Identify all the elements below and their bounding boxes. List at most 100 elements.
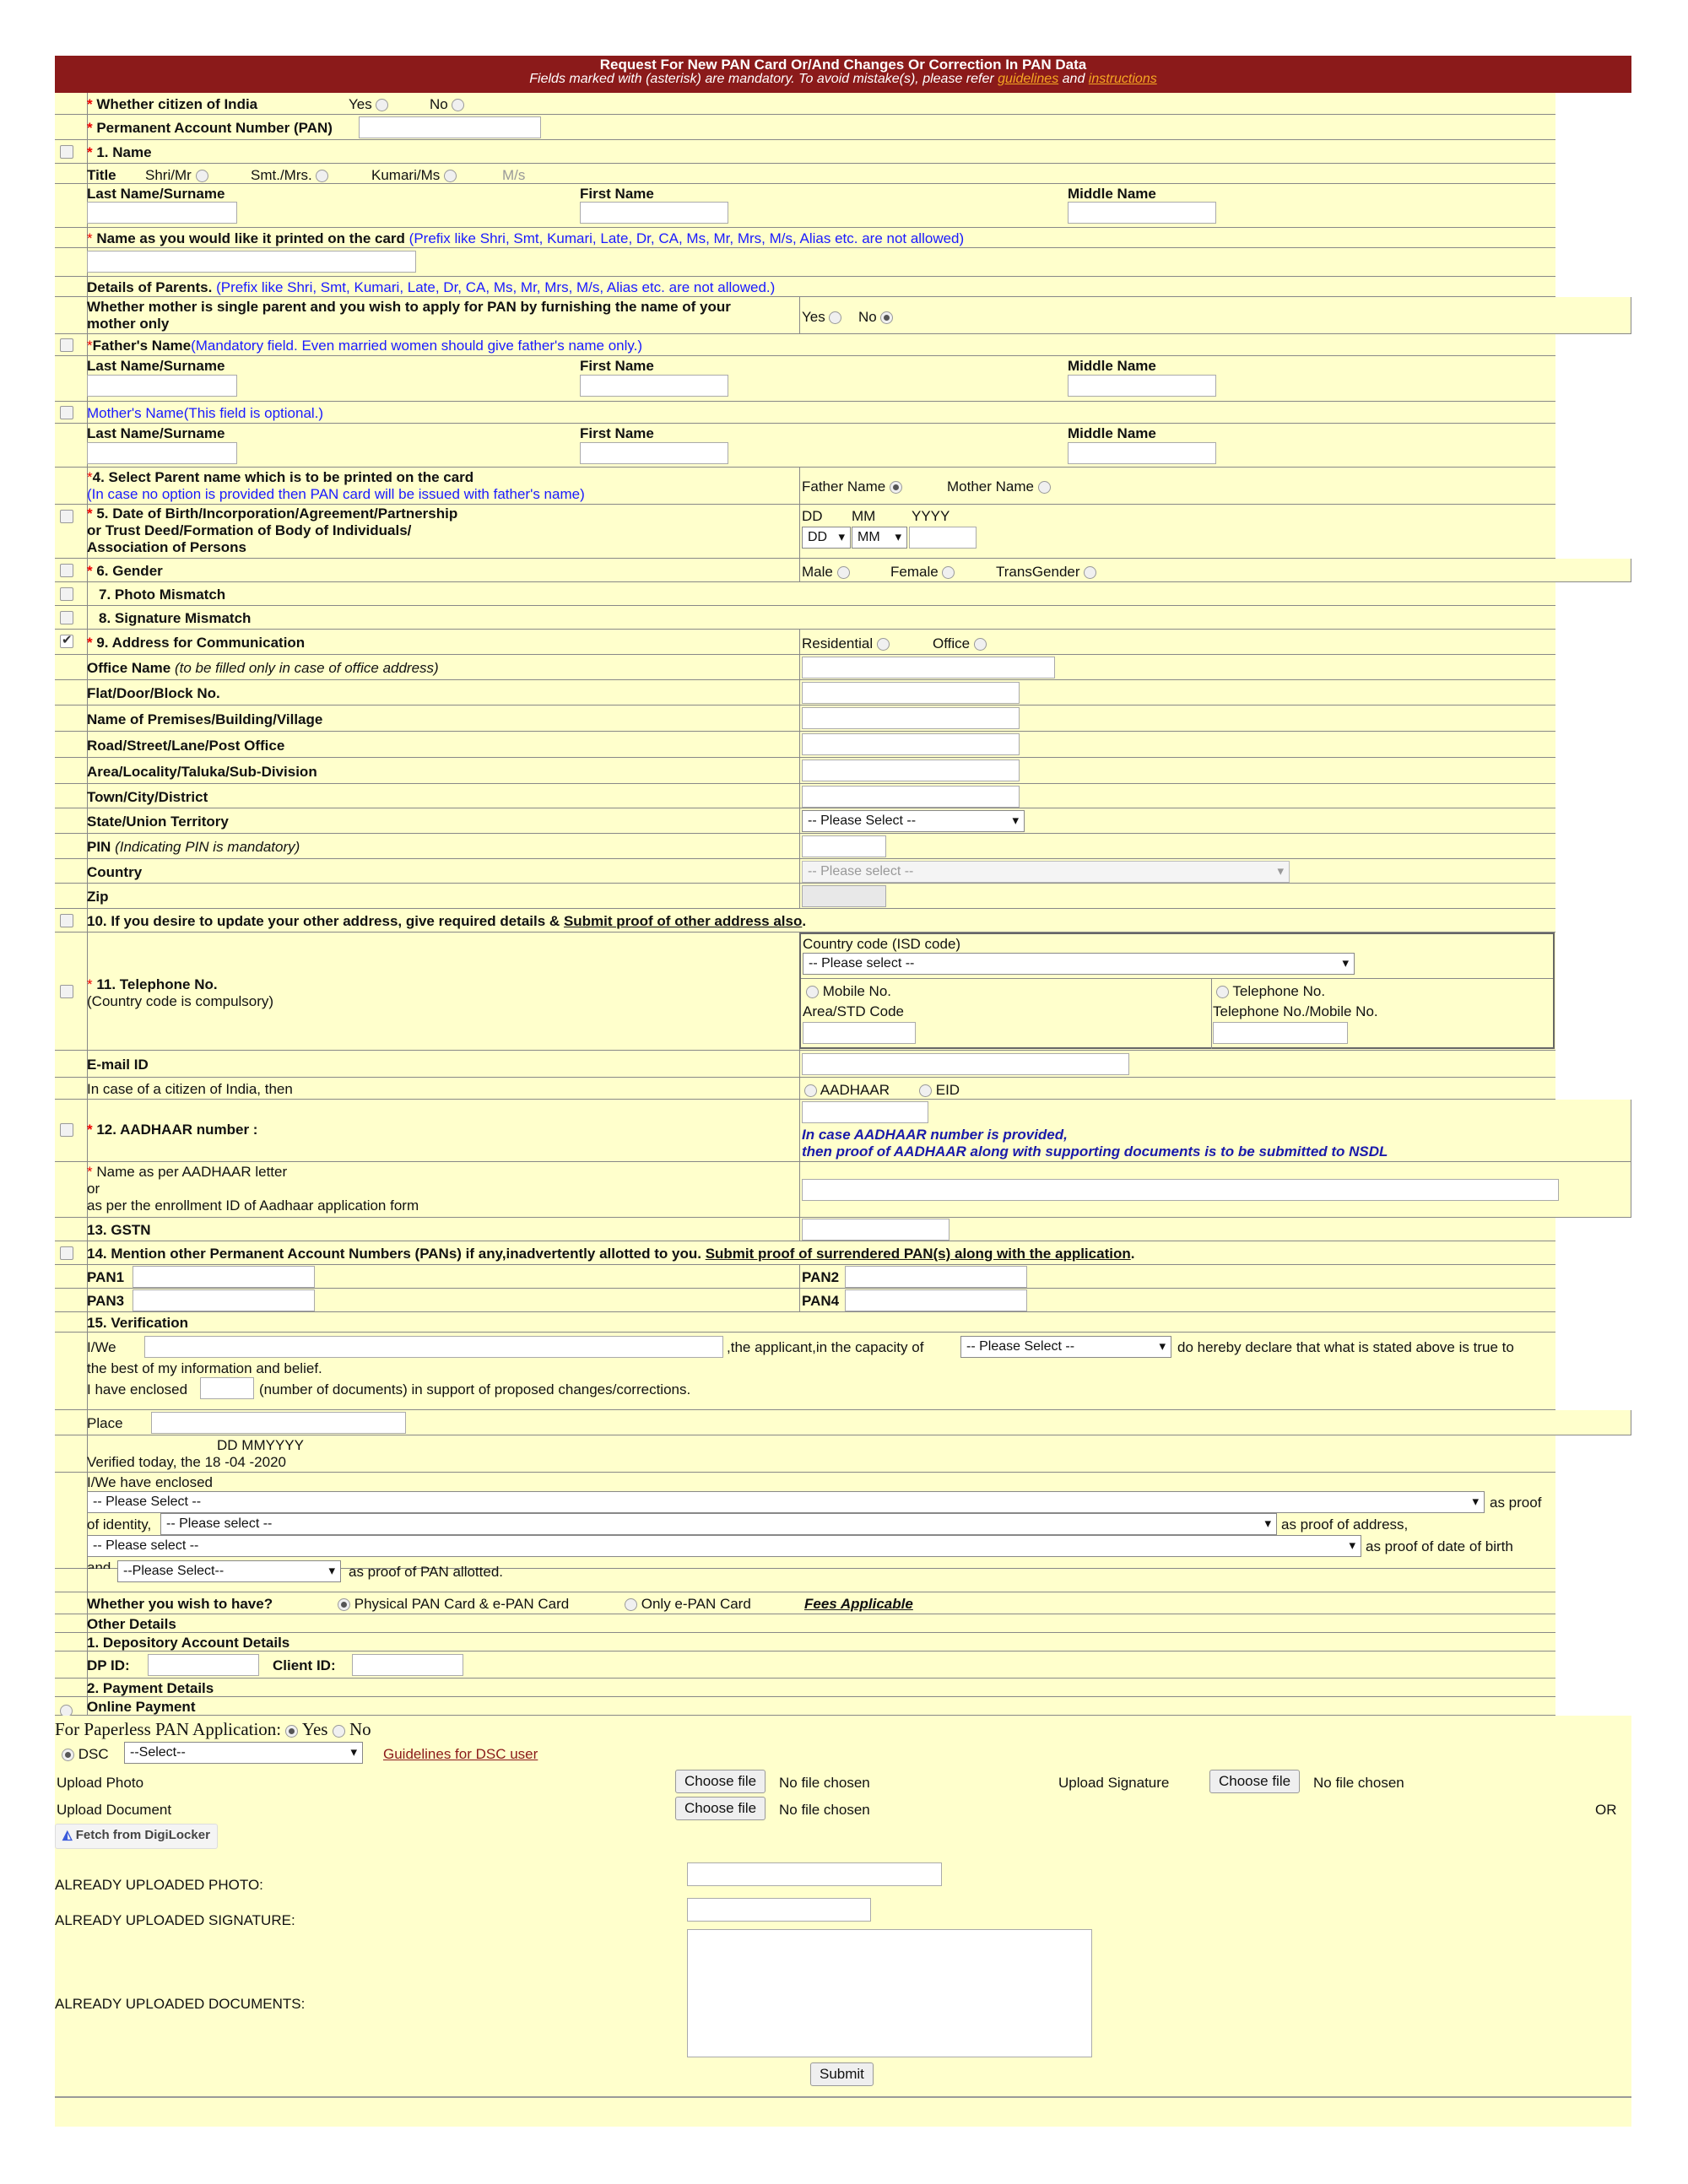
address-office[interactable]: Office — [933, 635, 987, 652]
already-documents-label: ALREADY UPLOADED DOCUMENTS: — [55, 1996, 306, 2012]
father-middle-input[interactable] — [1068, 375, 1216, 397]
dob-yyyy-input[interactable] — [909, 527, 977, 549]
digilocker-button[interactable]: ◭ Fetch from DigiLocker — [55, 1824, 218, 1849]
gender-male[interactable]: Male — [802, 564, 850, 581]
title-shri[interactable]: Shri/Mr — [145, 167, 208, 184]
other-pans-checkbox[interactable] — [60, 1246, 73, 1260]
middle-name-input[interactable] — [1068, 202, 1216, 224]
last-name-input[interactable] — [87, 202, 237, 224]
mother-first-input[interactable] — [580, 442, 728, 464]
sig-mismatch-checkbox[interactable] — [60, 611, 73, 624]
instructions-link[interactable]: instructions — [1089, 72, 1157, 86]
proof-dob-select[interactable]: -- Please select -- — [87, 1535, 1361, 1557]
telmob-input[interactable] — [1213, 1022, 1348, 1044]
country-select[interactable]: -- Please select -- — [802, 861, 1290, 883]
already-documents-field[interactable] — [687, 1929, 1092, 2057]
first-name-input[interactable] — [580, 202, 728, 224]
area-input[interactable] — [802, 760, 1020, 781]
mother-middle-input[interactable] — [1068, 442, 1216, 464]
state-select[interactable]: -- Please Select -- — [802, 810, 1025, 832]
epan-option[interactable]: Only e-PAN Card — [625, 1596, 751, 1613]
paperless-no-radio[interactable] — [332, 1724, 345, 1738]
address-checkbox[interactable] — [60, 632, 73, 648]
upload-photo-button[interactable]: Choose file — [675, 1770, 766, 1793]
dsc-option[interactable]: DSC — [62, 1746, 109, 1763]
declarant-name-input[interactable] — [144, 1336, 723, 1358]
photo-mismatch-checkbox[interactable] — [60, 587, 73, 601]
aadhaar-option[interactable]: AADHAAR — [804, 1082, 890, 1099]
email-input[interactable] — [802, 1053, 1129, 1075]
pan2-input[interactable] — [845, 1266, 1027, 1288]
parent-father-opt[interactable]: Father Name — [802, 478, 902, 495]
capacity-select[interactable]: -- Please Select -- — [960, 1336, 1171, 1358]
pan1-input[interactable] — [133, 1266, 315, 1288]
citizen-yes[interactable]: Yes — [349, 96, 389, 113]
parent-mother-opt[interactable]: Mother Name — [947, 478, 1051, 495]
std-input[interactable] — [803, 1022, 916, 1044]
mobile-option[interactable]: Mobile No. — [806, 983, 891, 1000]
subtitle-text: Fields marked with (asterisk) are mandat… — [529, 72, 998, 86]
dob-mm-caption: MM — [852, 508, 876, 524]
upload-document-button[interactable]: Choose file — [675, 1797, 766, 1820]
dp-id-input[interactable] — [148, 1654, 259, 1676]
single-no[interactable]: No — [858, 309, 894, 326]
proof-address-select[interactable]: -- Please select -- — [160, 1513, 1277, 1535]
pin-input[interactable] — [802, 835, 886, 857]
zip-input[interactable] — [802, 885, 886, 907]
aadhaar-checkbox[interactable] — [60, 1123, 73, 1137]
dob-dd-select[interactable]: DD — [802, 527, 851, 549]
print-name-input[interactable] — [87, 251, 416, 273]
citizen-yes-radio[interactable] — [376, 99, 389, 112]
father-checkbox[interactable] — [60, 338, 73, 352]
dob-mm-select[interactable]: MM — [852, 527, 907, 549]
eid-option[interactable]: EID — [919, 1082, 960, 1099]
pan4-input[interactable] — [845, 1289, 1027, 1311]
fees-link[interactable]: Fees Applicable — [804, 1596, 913, 1613]
surrendered-pan-link[interactable]: Submit proof of surrendered PAN(s) along… — [706, 1246, 1131, 1262]
tel-option[interactable]: Telephone No. — [1216, 983, 1325, 1000]
father-last-input[interactable] — [87, 375, 237, 397]
road-input[interactable] — [802, 733, 1020, 755]
other-address-checkbox[interactable] — [60, 914, 73, 927]
client-id-input[interactable] — [352, 1654, 463, 1676]
gender-checkbox[interactable] — [60, 564, 73, 577]
mother-last-input[interactable] — [87, 442, 237, 464]
gender-trans[interactable]: TransGender — [996, 564, 1097, 581]
dsc-select[interactable]: --Select-- — [124, 1742, 363, 1764]
telephone-checkbox[interactable] — [60, 985, 73, 998]
physical-option[interactable]: Physical PAN Card & e-PAN Card — [338, 1596, 569, 1613]
single-yes[interactable]: Yes — [802, 309, 842, 326]
pan3-input[interactable] — [133, 1289, 315, 1311]
office-name-input[interactable] — [802, 657, 1055, 678]
dsc-guidelines-link[interactable]: Guidelines for DSC user — [383, 1746, 538, 1763]
num-docs-input[interactable] — [200, 1377, 254, 1399]
aadhaar-input[interactable] — [802, 1101, 928, 1123]
isd-select[interactable]: -- Please select -- — [803, 953, 1355, 975]
pan-input[interactable] — [359, 116, 541, 138]
paperless-yes-radio[interactable] — [285, 1724, 299, 1738]
citizen-no[interactable]: No — [430, 96, 465, 113]
other-address-link[interactable]: Submit proof of other address also — [564, 913, 802, 929]
gstn-input[interactable] — [802, 1219, 950, 1241]
aadhaar-name-input[interactable] — [802, 1179, 1559, 1201]
title-smt[interactable]: Smt./Mrs. — [251, 167, 329, 184]
premises-input[interactable] — [802, 707, 1020, 729]
proof-pan-select[interactable]: --Please Select-- — [117, 1560, 341, 1582]
dob-checkbox[interactable] — [60, 510, 73, 523]
guidelines-link[interactable]: guidelines — [998, 72, 1058, 86]
title-kumari[interactable]: Kumari/Ms — [371, 167, 457, 184]
flat-input[interactable] — [802, 682, 1020, 704]
address-residential[interactable]: Residential — [802, 635, 890, 652]
father-first-input[interactable] — [580, 375, 728, 397]
already-signature-field[interactable] — [687, 1898, 871, 1922]
mother-checkbox[interactable] — [60, 406, 73, 419]
already-photo-field[interactable] — [687, 1862, 942, 1886]
town-input[interactable] — [802, 786, 1020, 808]
citizen-no-radio[interactable] — [452, 99, 465, 112]
proof-identity-select[interactable]: -- Please Select -- — [87, 1491, 1485, 1513]
submit-button[interactable]: Submit — [810, 2062, 874, 2086]
name-checkbox[interactable] — [60, 145, 73, 159]
place-input[interactable] — [151, 1412, 406, 1434]
upload-signature-button[interactable]: Choose file — [1209, 1770, 1301, 1793]
gender-female[interactable]: Female — [890, 564, 955, 581]
